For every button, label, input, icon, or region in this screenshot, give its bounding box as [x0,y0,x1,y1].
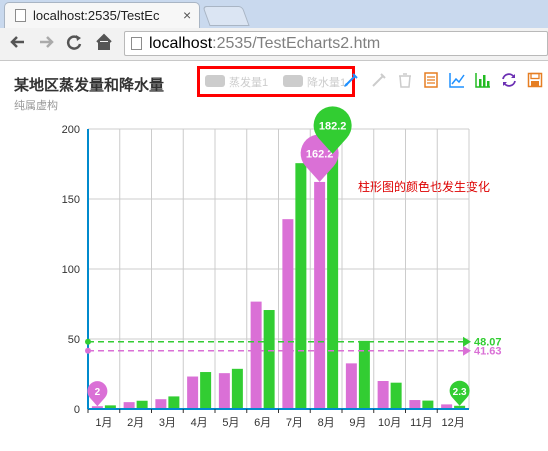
bar [263,310,275,409]
back-icon[interactable] [8,32,28,57]
bar [155,399,167,409]
x-tick-label: 6月 [254,417,271,429]
x-tick-label: 3月 [159,417,176,429]
y-tick-label: 150 [62,194,80,206]
bar [231,368,243,409]
x-tick-label: 9月 [349,417,366,429]
browser-toolbar: localhost:2535/TestEcharts2.htm [0,28,548,61]
x-tick-label: 12月 [442,417,465,429]
min-mark-point-label: 2.3 [453,387,467,398]
average-line-start [85,338,91,345]
bar [218,373,230,409]
y-tick-label: 100 [62,264,80,276]
min-mark-point-label: 2 [95,387,101,398]
bar [409,400,421,409]
x-tick-label: 5月 [222,417,239,429]
average-line-start [85,347,91,354]
average-line-label: 48.07 [474,337,502,349]
bar-chart: 0 50 100 150 200 1月 2月 3月 4月 5月 6月 7月 8月 9月 10月 11月 12月 4… [62,106,502,429]
page-icon [15,9,26,22]
forward-icon[interactable] [36,32,56,57]
new-tab-button[interactable] [202,6,250,26]
browser-tab[interactable]: localhost:2535/TestEc × [4,2,200,28]
x-tick-label: 8月 [318,417,335,429]
bar [314,181,326,409]
max-mark-point-label: 162.2 [306,148,334,160]
bar [295,163,307,409]
bar [123,402,135,409]
bar [187,376,199,409]
bar [327,153,339,409]
url-path: :2535/TestEcharts2.htm [212,35,381,52]
bar [390,382,402,409]
y-tick-label: 200 [62,124,80,136]
tab-close-button[interactable]: × [183,7,191,23]
bar [200,372,212,409]
url-host: localhost [149,35,213,52]
y-tick-label: 50 [68,334,80,346]
average-line-arrow [463,345,471,356]
y-tick-label: 0 [74,404,80,416]
bar [377,381,389,409]
x-tick-label: 1月 [95,417,112,429]
x-tick-label: 4月 [191,417,208,429]
x-tick-label: 7月 [286,417,303,429]
x-tick-label: 2月 [127,417,144,429]
bar [136,400,148,409]
bar [422,400,434,409]
bar [345,363,357,409]
average-line-arrow [463,336,471,347]
address-bar[interactable]: localhost:2535/TestEcharts2.htm [124,31,548,56]
bar [250,301,262,409]
chart-container: 某地区蒸发量和降水量 纯属虚构 蒸发量1 降水量1 柱形图的颜色也发生变化 05… [0,61,548,451]
x-tick-label: 11月 [410,417,432,429]
reload-icon[interactable] [64,32,84,57]
tab-title: localhost:2535/TestEc [33,8,160,23]
bar [282,219,294,409]
x-tick-label: 10月 [378,417,401,429]
max-mark-point-label: 182.2 [319,120,347,132]
bar [168,396,180,409]
tab-bar: localhost:2535/TestEc × [0,0,548,28]
home-icon[interactable] [94,32,114,57]
page-icon [131,37,142,50]
